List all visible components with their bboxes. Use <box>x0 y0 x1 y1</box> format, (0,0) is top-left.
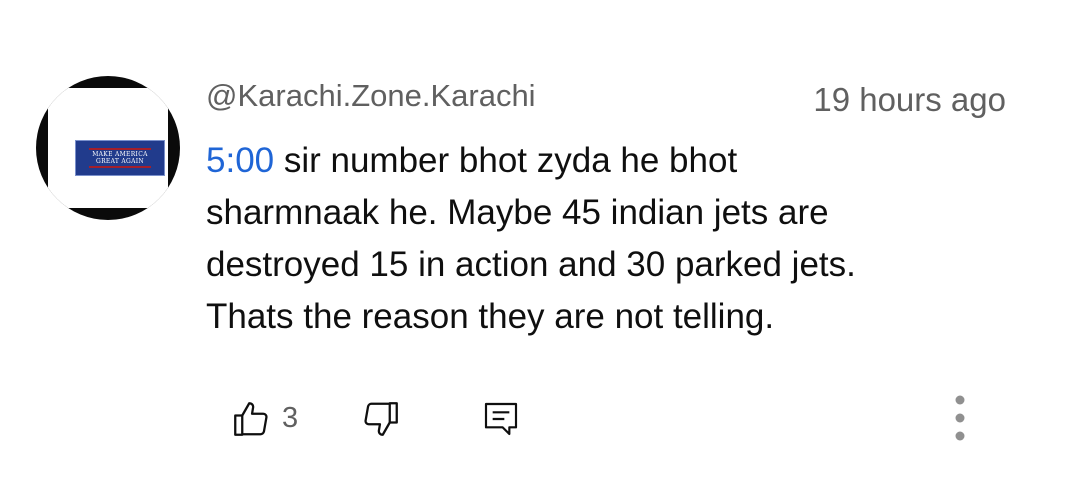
thumbs-up-icon <box>234 402 268 436</box>
avatar[interactable]: MAKE AMERICA GREAT AGAIN <box>36 76 180 220</box>
avatar-flag-text-2: GREAT AGAIN <box>96 158 144 165</box>
avatar-flag-image: MAKE AMERICA GREAT AGAIN <box>75 140 165 176</box>
avatar-background: MAKE AMERICA GREAT AGAIN <box>48 88 168 208</box>
comment-actions: 3 <box>0 390 1080 450</box>
avatar-flag-text-1: MAKE AMERICA <box>92 151 148 158</box>
comment-line-1-text: sir number bhot zyda he bhot <box>274 141 738 180</box>
reply-button[interactable] <box>476 394 526 444</box>
timestamp-link[interactable]: 5:00 <box>206 141 274 180</box>
dislike-button[interactable] <box>356 394 406 444</box>
like-button[interactable] <box>226 394 276 444</box>
comment-line-3: destroyed 15 in action and 30 parked jet… <box>206 245 856 284</box>
more-vertical-icon <box>955 395 965 441</box>
like-count: 3 <box>282 402 299 434</box>
comment-timestamp[interactable]: 19 hours ago <box>813 80 1006 120</box>
comment-line-4: Thats the reason they are not telling. <box>206 297 775 336</box>
comment-body: 5:00 sir number bhot zyda he bhot sharmn… <box>206 135 1026 343</box>
comment-line-2: sharmnaak he. Maybe 45 indian jets are <box>206 193 829 232</box>
more-options-button[interactable] <box>936 390 984 450</box>
comment: MAKE AMERICA GREAT AGAIN @Karachi.Zone.K… <box>0 0 1080 500</box>
comment-author[interactable]: @Karachi.Zone.Karachi <box>206 76 536 116</box>
reply-comment-icon <box>484 402 518 436</box>
comment-line-1: 5:00 sir number bhot zyda he bhot <box>206 135 1026 187</box>
thumbs-down-icon <box>364 402 398 436</box>
